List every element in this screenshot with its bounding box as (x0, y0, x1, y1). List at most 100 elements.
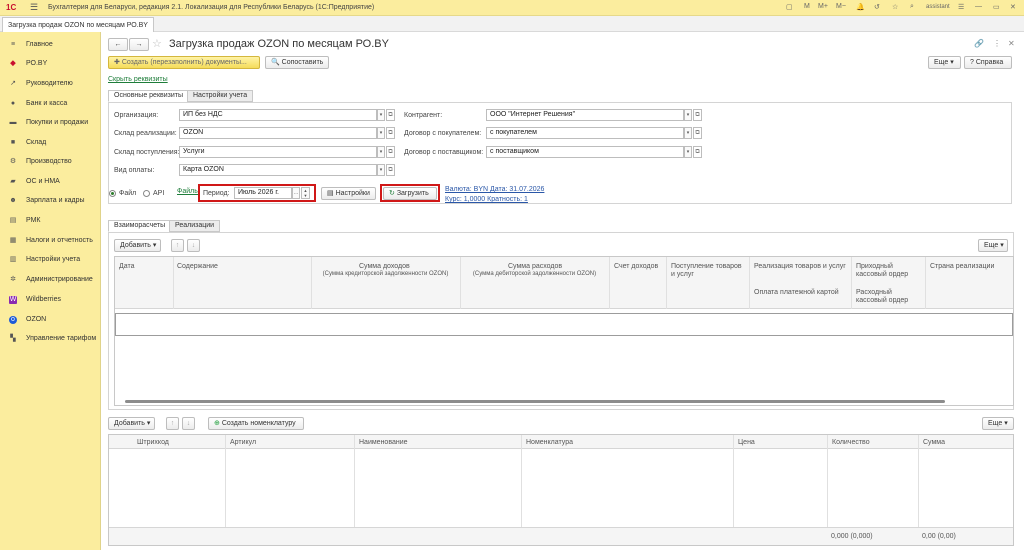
grid1-empty-row[interactable] (115, 313, 1013, 336)
form-close-icon[interactable]: ✕ (1008, 39, 1015, 48)
grid1-move-down-icon[interactable]: ↓ (187, 239, 200, 252)
favorites-icon[interactable]: ☆ (892, 3, 898, 11)
sidebar-item-ozon[interactable]: o OZON (0, 311, 101, 329)
sale-warehouse-open-icon[interactable]: ⧉ (386, 127, 395, 139)
create-documents-button[interactable]: ✚ Создать (перезаполнить) документы... (108, 56, 260, 69)
sidebar-item-administration[interactable]: ✲ Администрирование (0, 271, 101, 289)
api-radio-label: API (153, 190, 165, 197)
sale-warehouse-dropdown-icon[interactable]: ▾ (377, 127, 385, 139)
grid1-horizontal-scrollbar[interactable] (125, 400, 945, 403)
rate-info-link[interactable]: Курс: 1,0000 Кратность: 1 (445, 196, 528, 203)
m-plus-icon[interactable]: M+ (818, 3, 828, 10)
grid2-more-button[interactable]: Еще ▾ (982, 417, 1014, 430)
cart-icon: ▬ (9, 119, 17, 126)
organization-open-icon[interactable]: ⧉ (386, 109, 395, 121)
create-item-button[interactable]: ⊕ Создать номенклатуру (208, 417, 304, 430)
more-button[interactable]: Еще ▾ (928, 56, 961, 69)
minimize-icon[interactable]: — (975, 3, 982, 10)
search-icon[interactable]: ⌕ (910, 3, 914, 11)
app-title-bar: 1С ☰ Бухгалтерия для Беларуси, редакция … (0, 0, 1024, 16)
sidebar-item-wildberries[interactable]: W Wildberries (0, 291, 101, 309)
create-icon: ✚ (114, 59, 122, 66)
settlements-grid[interactable]: Дата Содержание Сумма доходов (Сумма кре… (114, 256, 1014, 406)
compare-button[interactable]: 🔍 Сопоставить (265, 56, 329, 69)
api-radio[interactable] (143, 190, 150, 197)
organization-dropdown-icon[interactable]: ▾ (377, 109, 385, 121)
m-icon[interactable]: M (804, 3, 810, 10)
sale-warehouse-label: Склад реализации: (114, 130, 177, 137)
sidebar-item-tariff[interactable]: ▚ Управление тарифом (0, 330, 101, 348)
grid2-move-up-icon[interactable]: ↑ (166, 417, 179, 430)
tab-accounting-settings[interactable]: Настройки учета (187, 90, 254, 102)
sidebar-item-warehouse[interactable]: ■ Склад (0, 134, 101, 152)
buyer-contract-open-icon[interactable]: ⧉ (693, 127, 702, 139)
history-icon[interactable]: ↺ (874, 3, 880, 11)
period-spin-icon[interactable]: ▲ ▼ (301, 187, 310, 199)
tab-main-requisites[interactable]: Основные реквизиты (108, 90, 189, 102)
m-minus-icon[interactable]: M− (836, 3, 846, 10)
form-menu-icon[interactable]: ⋮ (993, 39, 1001, 48)
grid1-more-button[interactable]: Еще ▾ (978, 239, 1008, 252)
buyer-contract-field[interactable]: с покупателем (486, 127, 684, 139)
supplier-contract-open-icon[interactable]: ⧉ (693, 146, 702, 158)
payment-type-dropdown-icon[interactable]: ▾ (377, 164, 385, 176)
load-button[interactable]: ↻ Загрузить (383, 187, 437, 200)
period-field[interactable]: Июль 2026 г. (234, 187, 292, 199)
sidebar-item-bank[interactable]: ● Банк и касса (0, 95, 101, 113)
counterparty-open-icon[interactable]: ⧉ (693, 109, 702, 121)
grid1-move-up-icon[interactable]: ↑ (171, 239, 184, 252)
receipt-warehouse-field[interactable]: Услуги (179, 146, 377, 158)
sidebar-item-taxes[interactable]: ▦ Налоги и отчетность (0, 232, 101, 250)
buyer-contract-dropdown-icon[interactable]: ▾ (684, 127, 692, 139)
favorite-star-icon[interactable]: ☆ (152, 37, 162, 50)
file-radio[interactable] (109, 190, 116, 197)
grid2-add-button[interactable]: Добавить ▾ (108, 417, 155, 430)
supplier-contract-dropdown-icon[interactable]: ▾ (684, 146, 692, 158)
period-select-icon[interactable]: … (292, 187, 300, 199)
tab-sales[interactable]: Реализации (169, 220, 221, 232)
forward-button[interactable]: → (129, 38, 149, 51)
sidebar-item-manager[interactable]: ↗ Руководителю (0, 75, 101, 93)
files-link[interactable]: Файлы (177, 188, 199, 195)
sidebar-item-salary[interactable]: ☻ Зарплата и кадры (0, 192, 101, 210)
counterparty-field[interactable]: ООО "Интернет Решения" (486, 109, 684, 121)
col-item: Номенклатура (526, 439, 573, 446)
currency-info-link[interactable]: Валюта: BYN Дата: 31.07.2026 (445, 186, 544, 193)
open-windows-bar: Загрузка продаж OZON по месяцам РО.BY (0, 16, 1024, 32)
sale-warehouse-field[interactable]: OZON (179, 127, 377, 139)
payment-type-field[interactable]: Карта OZON (179, 164, 377, 176)
bell-icon[interactable]: 🔔 (856, 3, 865, 11)
grid1-add-button[interactable]: Добавить ▾ (114, 239, 161, 252)
sidebar-item-production[interactable]: ⚙ Производство (0, 153, 101, 171)
counterparty-dropdown-icon[interactable]: ▾ (684, 109, 692, 121)
grid2-footer (109, 527, 1013, 545)
col-expense-sub: (Сумма дебиторской задолженности OZON) (472, 271, 597, 277)
receipt-warehouse-dropdown-icon[interactable]: ▾ (377, 146, 385, 158)
receipt-warehouse-open-icon[interactable]: ⧉ (386, 146, 395, 158)
back-button[interactable]: ← (108, 38, 128, 51)
payment-type-open-icon[interactable]: ⧉ (386, 164, 395, 176)
username[interactable]: assistant (926, 4, 950, 10)
settings-button[interactable]: ▤ Настройки (321, 187, 376, 200)
open-window-tab[interactable]: Загрузка продаж OZON по месяцам РО.BY (2, 17, 154, 32)
help-button[interactable]: ? Справка (964, 56, 1012, 69)
settings-menu-icon[interactable]: ☰ (958, 3, 964, 11)
link-icon[interactable]: 🔗 (974, 39, 984, 48)
organization-field[interactable]: ИП без НДС (179, 109, 377, 121)
sidebar-item-pos[interactable]: ▤ РМК (0, 212, 101, 230)
tab-settlements[interactable]: Взаиморасчеты (108, 220, 172, 232)
sidebar-item-assets[interactable]: ▰ ОС и НМА (0, 173, 101, 191)
supplier-contract-field[interactable]: с поставщиком (486, 146, 684, 158)
sidebar-item-accounting-settings[interactable]: ▥ Настройки учета (0, 251, 101, 269)
sidebar-item-purchases[interactable]: ▬ Покупки и продажи (0, 114, 101, 132)
items-grid[interactable]: Штрихкод Артикул Наименование Номенклату… (108, 434, 1014, 546)
sidebar-item-roby[interactable]: ◆ РО.BY (0, 55, 101, 73)
main-menu-icon[interactable]: ☰ (30, 2, 38, 13)
notifications-icon[interactable]: ▢ (786, 3, 793, 11)
hide-requisites-link[interactable]: Скрыть реквизиты (108, 76, 168, 83)
organization-label: Организация: (114, 112, 159, 119)
maximize-icon[interactable]: ▭ (993, 3, 1000, 11)
grid2-move-down-icon[interactable]: ↓ (182, 417, 195, 430)
sidebar-item-main[interactable]: ≡ Главное (0, 36, 101, 54)
close-icon[interactable]: ✕ (1010, 3, 1016, 11)
